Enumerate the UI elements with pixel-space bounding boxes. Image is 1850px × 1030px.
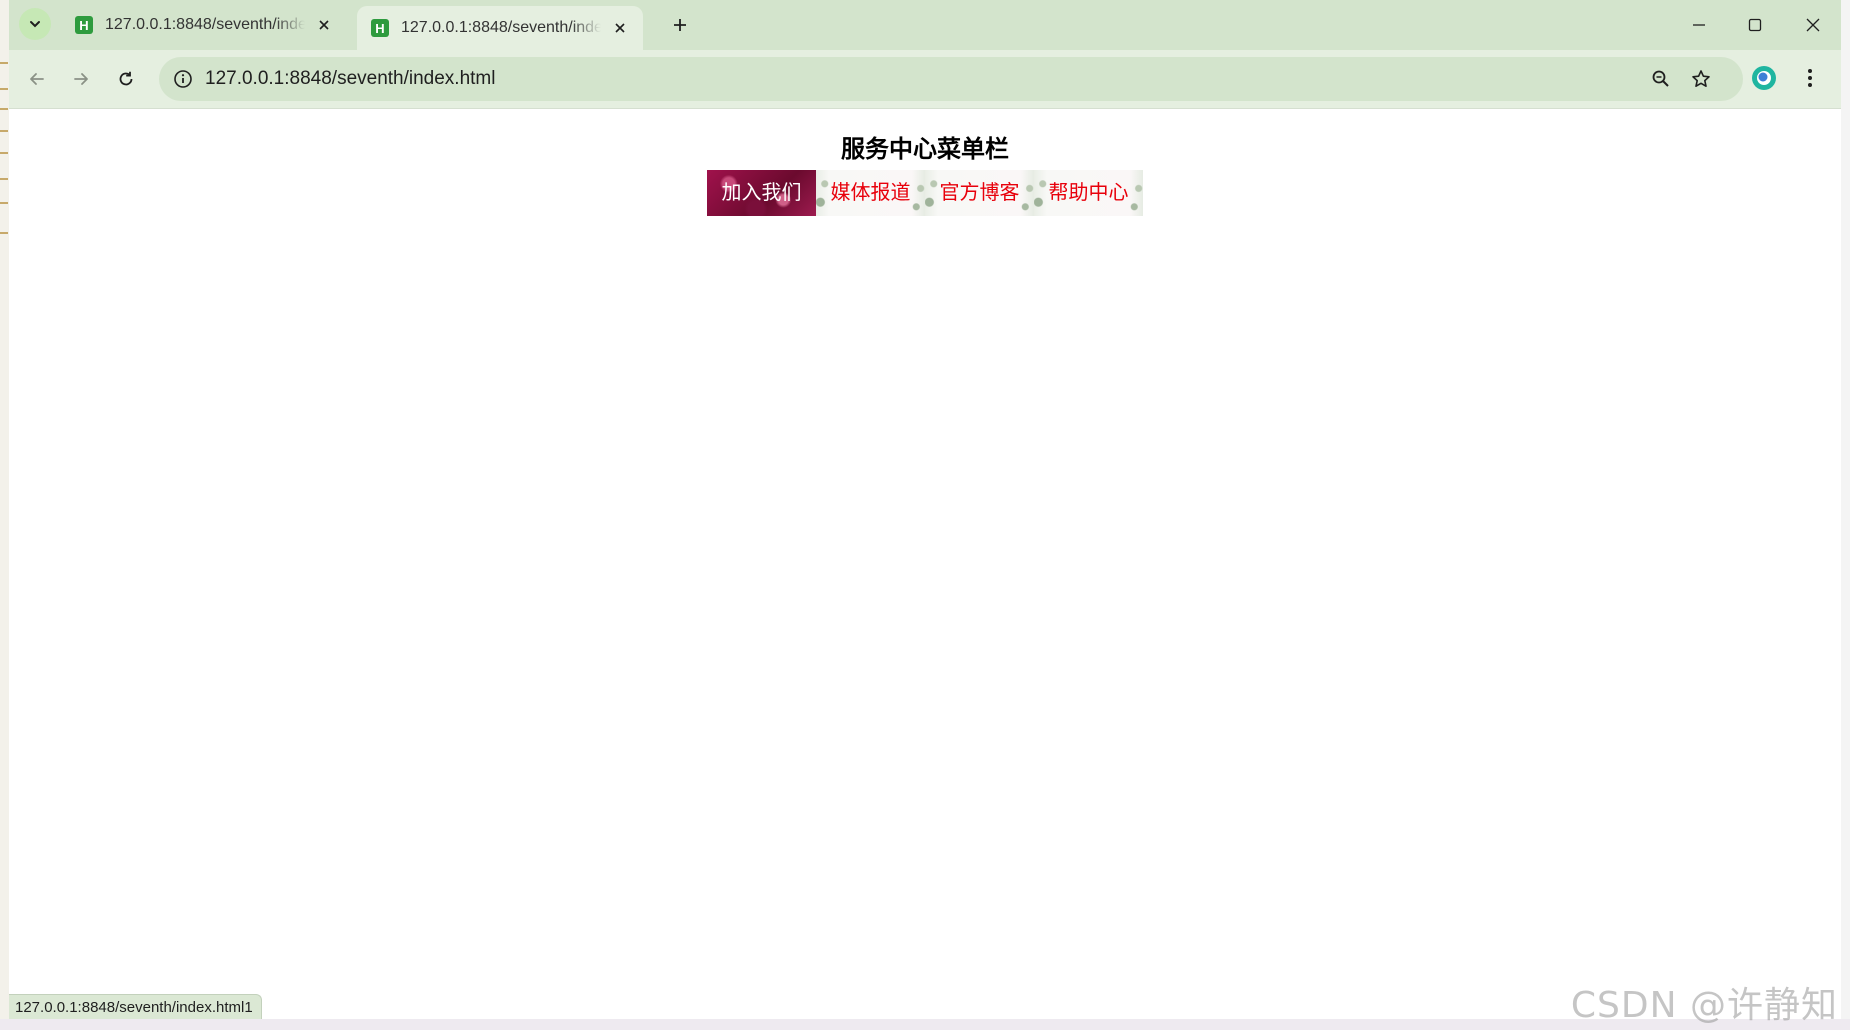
tab-title: 127.0.0.1:8848/seventh/index.html [401, 19, 601, 36]
back-button[interactable] [20, 62, 54, 96]
background-window-edge [1841, 0, 1850, 1030]
avatar-icon [1752, 66, 1776, 90]
more-vertical-icon [1808, 69, 1812, 87]
forward-button[interactable] [64, 62, 98, 96]
address-bar[interactable]: 127.0.0.1:8848/seventh/index.html [159, 57, 1743, 101]
chevron-down-icon [30, 21, 40, 28]
service-menu: 加入我们 媒体报道 官方博客 帮助中心 [707, 170, 1143, 216]
browser-menu-button[interactable] [1795, 63, 1825, 93]
new-tab-button[interactable] [665, 10, 695, 40]
zoom-icon [1652, 70, 1669, 87]
tab-strip: H 127.0.0.1:8848/seventh/index.html H 12… [9, 0, 1841, 50]
minimize-button[interactable] [1677, 6, 1721, 44]
status-link-preview: 127.0.0.1:8848/seventh/index.html1 [9, 994, 262, 1020]
address-url[interactable]: 127.0.0.1:8848/seventh/index.html [205, 57, 495, 101]
toolbar: 127.0.0.1:8848/seventh/index.html [9, 50, 1841, 109]
tab-close-button[interactable] [609, 17, 631, 39]
arrow-left-icon [30, 73, 44, 85]
tab-search-button[interactable] [19, 8, 51, 40]
info-icon [174, 70, 192, 88]
plus-icon [674, 19, 686, 31]
hbuilder-favicon-icon: H [371, 19, 389, 37]
browser-window: H 127.0.0.1:8848/seventh/index.html H 12… [9, 0, 1842, 1020]
menu-item-join-us[interactable]: 加入我们 [707, 170, 816, 216]
profile-avatar-button[interactable] [1749, 63, 1779, 93]
menu-item-media[interactable]: 媒体报道 [816, 170, 925, 216]
site-info-button[interactable] [169, 65, 197, 93]
window-close-button[interactable] [1791, 6, 1835, 44]
menu-item-help[interactable]: 帮助中心 [1034, 170, 1143, 216]
close-icon [615, 23, 625, 33]
tab-close-button[interactable] [313, 14, 335, 36]
star-icon [1692, 70, 1710, 87]
close-icon [1806, 18, 1820, 32]
close-icon [319, 20, 329, 30]
maximize-button[interactable] [1733, 6, 1777, 44]
arrow-right-icon [74, 73, 88, 85]
zoom-button[interactable] [1647, 65, 1675, 93]
watermark: CSDN @许静知 [1570, 985, 1838, 1026]
tab-active[interactable]: H 127.0.0.1:8848/seventh/index.html [357, 6, 643, 50]
hbuilder-favicon-icon: H [75, 16, 93, 34]
maximize-icon [1748, 18, 1762, 32]
tab-title: 127.0.0.1:8848/seventh/index.html [105, 16, 305, 33]
page-title: 服务中心菜单栏 [841, 136, 1009, 163]
page-viewport: 服务中心菜单栏 加入我们 媒体报道 官方博客 帮助中心 [9, 109, 1841, 1019]
screen: H 127.0.0.1:8848/seventh/index.html H 12… [0, 0, 1850, 1030]
reload-button[interactable] [109, 62, 143, 96]
menu-item-blog[interactable]: 官方博客 [925, 170, 1034, 216]
tab-inactive[interactable]: H 127.0.0.1:8848/seventh/index.html [61, 6, 347, 44]
minimize-icon [1693, 24, 1705, 26]
bookmark-button[interactable] [1687, 65, 1715, 93]
reload-icon [119, 71, 133, 86]
